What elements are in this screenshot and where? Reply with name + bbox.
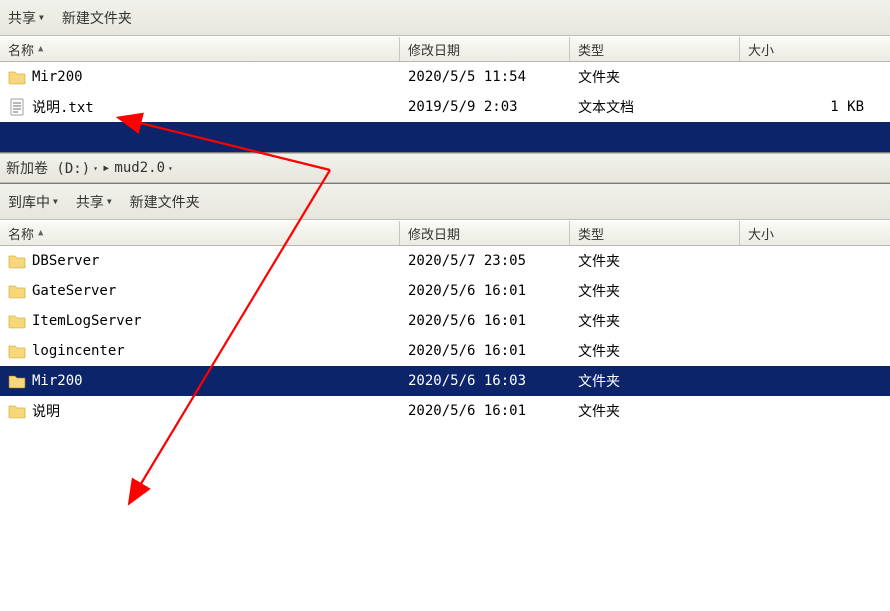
header-date[interactable]: 修改日期 xyxy=(400,221,570,245)
cell-type: 文件夹 xyxy=(570,251,740,271)
cell-date: 2020/5/6 16:01 xyxy=(400,283,570,299)
new-folder-button[interactable]: 新建文件夹 xyxy=(130,192,200,212)
file-list-top: Mir200 2020/5/5 11:54文件夹说明.txt 2019/5/9 2:… xyxy=(0,62,890,122)
file-name: GateServer xyxy=(32,283,116,299)
cell-name: 说明.txt xyxy=(0,97,400,117)
folder-icon xyxy=(8,402,26,420)
header-type[interactable]: 类型 xyxy=(570,37,740,61)
header-type-label: 类型 xyxy=(578,40,604,59)
header-date-label: 修改日期 xyxy=(408,40,460,59)
list-whitespace xyxy=(0,426,890,466)
column-headers-bottom: 名称 ▲ 修改日期 类型 大小 xyxy=(0,220,890,246)
header-type[interactable]: 类型 xyxy=(570,221,740,245)
folder-icon xyxy=(8,372,26,390)
breadcrumb-folder[interactable]: mud2.0 ▾ xyxy=(114,160,172,176)
header-name-label: 名称 xyxy=(8,224,34,243)
folder-icon xyxy=(8,68,26,86)
cell-name: DBServer xyxy=(0,252,400,270)
cell-date: 2020/5/6 16:01 xyxy=(400,343,570,359)
share-button[interactable]: 共享 ▼ xyxy=(8,8,44,28)
header-date-label: 修改日期 xyxy=(408,224,460,243)
cell-date: 2020/5/7 23:05 xyxy=(400,253,570,269)
header-date[interactable]: 修改日期 xyxy=(400,37,570,61)
breadcrumb-drive[interactable]: 新加卷 (D:) ▾ xyxy=(6,158,98,178)
breadcrumb-sep: ▸ xyxy=(102,160,110,176)
folder-icon xyxy=(8,282,26,300)
new-folder-label: 新建文件夹 xyxy=(130,192,200,212)
cell-date: 2020/5/5 11:54 xyxy=(400,69,570,85)
cell-size: 1 KB xyxy=(740,99,880,115)
share-button[interactable]: 共享 ▼ xyxy=(76,192,112,212)
header-name[interactable]: 名称 ▲ xyxy=(0,221,400,245)
cell-name: logincenter xyxy=(0,342,400,360)
chevron-down-icon: ▼ xyxy=(39,13,44,22)
file-list-bottom: DBServer2020/5/7 23:05文件夹GateServer2020/… xyxy=(0,246,890,426)
cell-date: 2020/5/6 16:03 xyxy=(400,373,570,389)
share-label: 共享 xyxy=(76,192,104,212)
header-size-label: 大小 xyxy=(748,40,774,59)
cell-type: 文件夹 xyxy=(570,341,740,361)
file-name: ItemLogServer xyxy=(32,313,142,329)
header-type-label: 类型 xyxy=(578,224,604,243)
text-file-icon xyxy=(8,98,26,116)
cell-name: ItemLogServer xyxy=(0,312,400,330)
cell-name: Mir200 xyxy=(0,372,400,390)
header-name-label: 名称 xyxy=(8,40,34,59)
breadcrumb[interactable]: 新加卷 (D:) ▾ ▸ mud2.0 ▾ xyxy=(0,153,890,183)
table-row[interactable]: 说明 2020/5/6 16:01文件夹 xyxy=(0,396,890,426)
file-name: Mir200 xyxy=(32,69,83,85)
folder-icon xyxy=(8,312,26,330)
chevron-down-icon: ▼ xyxy=(107,197,112,206)
table-row[interactable]: Mir200 2020/5/6 16:03文件夹 xyxy=(0,366,890,396)
header-size[interactable]: 大小 xyxy=(740,37,880,61)
sort-asc-icon: ▲ xyxy=(38,228,43,238)
breadcrumb-drive-label: 新加卷 (D:) xyxy=(6,158,90,178)
cell-name: Mir200 xyxy=(0,68,400,86)
file-name: Mir200 xyxy=(32,373,83,389)
chevron-down-icon: ▾ xyxy=(168,164,173,173)
include-library-button[interactable]: 到库中 ▼ xyxy=(8,192,58,212)
sort-asc-icon: ▲ xyxy=(38,44,43,54)
table-row[interactable]: DBServer 2020/5/7 23:05文件夹 xyxy=(0,246,890,276)
cell-type: 文件夹 xyxy=(570,311,740,331)
file-name: DBServer xyxy=(32,253,99,269)
explorer-pane-bottom: 到库中 ▼ 共享 ▼ 新建文件夹 名称 ▲ 修改日期 类型 大小 DBServe… xyxy=(0,183,890,466)
cell-type: 文件夹 xyxy=(570,371,740,391)
folder-icon xyxy=(8,252,26,270)
toolbar-bottom: 到库中 ▼ 共享 ▼ 新建文件夹 xyxy=(0,184,890,220)
header-name[interactable]: 名称 ▲ xyxy=(0,37,400,61)
cell-type: 文件夹 xyxy=(570,67,740,87)
cell-date: 2020/5/6 16:01 xyxy=(400,313,570,329)
explorer-pane-top: 共享 ▼ 新建文件夹 名称 ▲ 修改日期 类型 大小 Mir200 2020/5/… xyxy=(0,0,890,153)
cell-name: 说明 xyxy=(0,401,400,421)
file-name: logincenter xyxy=(32,343,125,359)
table-row[interactable]: Mir200 2020/5/5 11:54文件夹 xyxy=(0,62,890,92)
cell-name: GateServer xyxy=(0,282,400,300)
toolbar-top: 共享 ▼ 新建文件夹 xyxy=(0,0,890,36)
header-size[interactable]: 大小 xyxy=(740,221,880,245)
include-label: 到库中 xyxy=(8,192,50,212)
folder-icon xyxy=(8,342,26,360)
chevron-down-icon: ▼ xyxy=(53,197,58,206)
file-name: 说明.txt xyxy=(32,97,94,117)
file-name: 说明 xyxy=(32,401,60,421)
selection-footer-top xyxy=(0,122,890,152)
table-row[interactable]: ItemLogServer 2020/5/6 16:01文件夹 xyxy=(0,306,890,336)
new-folder-button[interactable]: 新建文件夹 xyxy=(62,8,132,28)
column-headers-top: 名称 ▲ 修改日期 类型 大小 xyxy=(0,36,890,62)
breadcrumb-folder-label: mud2.0 xyxy=(114,160,165,176)
chevron-down-icon: ▾ xyxy=(93,164,98,173)
cell-type: 文件夹 xyxy=(570,401,740,421)
table-row[interactable]: GateServer 2020/5/6 16:01文件夹 xyxy=(0,276,890,306)
table-row[interactable]: logincenter 2020/5/6 16:01文件夹 xyxy=(0,336,890,366)
share-label: 共享 xyxy=(8,8,36,28)
cell-type: 文本文档 xyxy=(570,97,740,117)
header-size-label: 大小 xyxy=(748,224,774,243)
cell-type: 文件夹 xyxy=(570,281,740,301)
new-folder-label: 新建文件夹 xyxy=(62,8,132,28)
cell-date: 2020/5/6 16:01 xyxy=(400,403,570,419)
cell-date: 2019/5/9 2:03 xyxy=(400,99,570,115)
table-row[interactable]: 说明.txt 2019/5/9 2:03文本文档1 KB xyxy=(0,92,890,122)
